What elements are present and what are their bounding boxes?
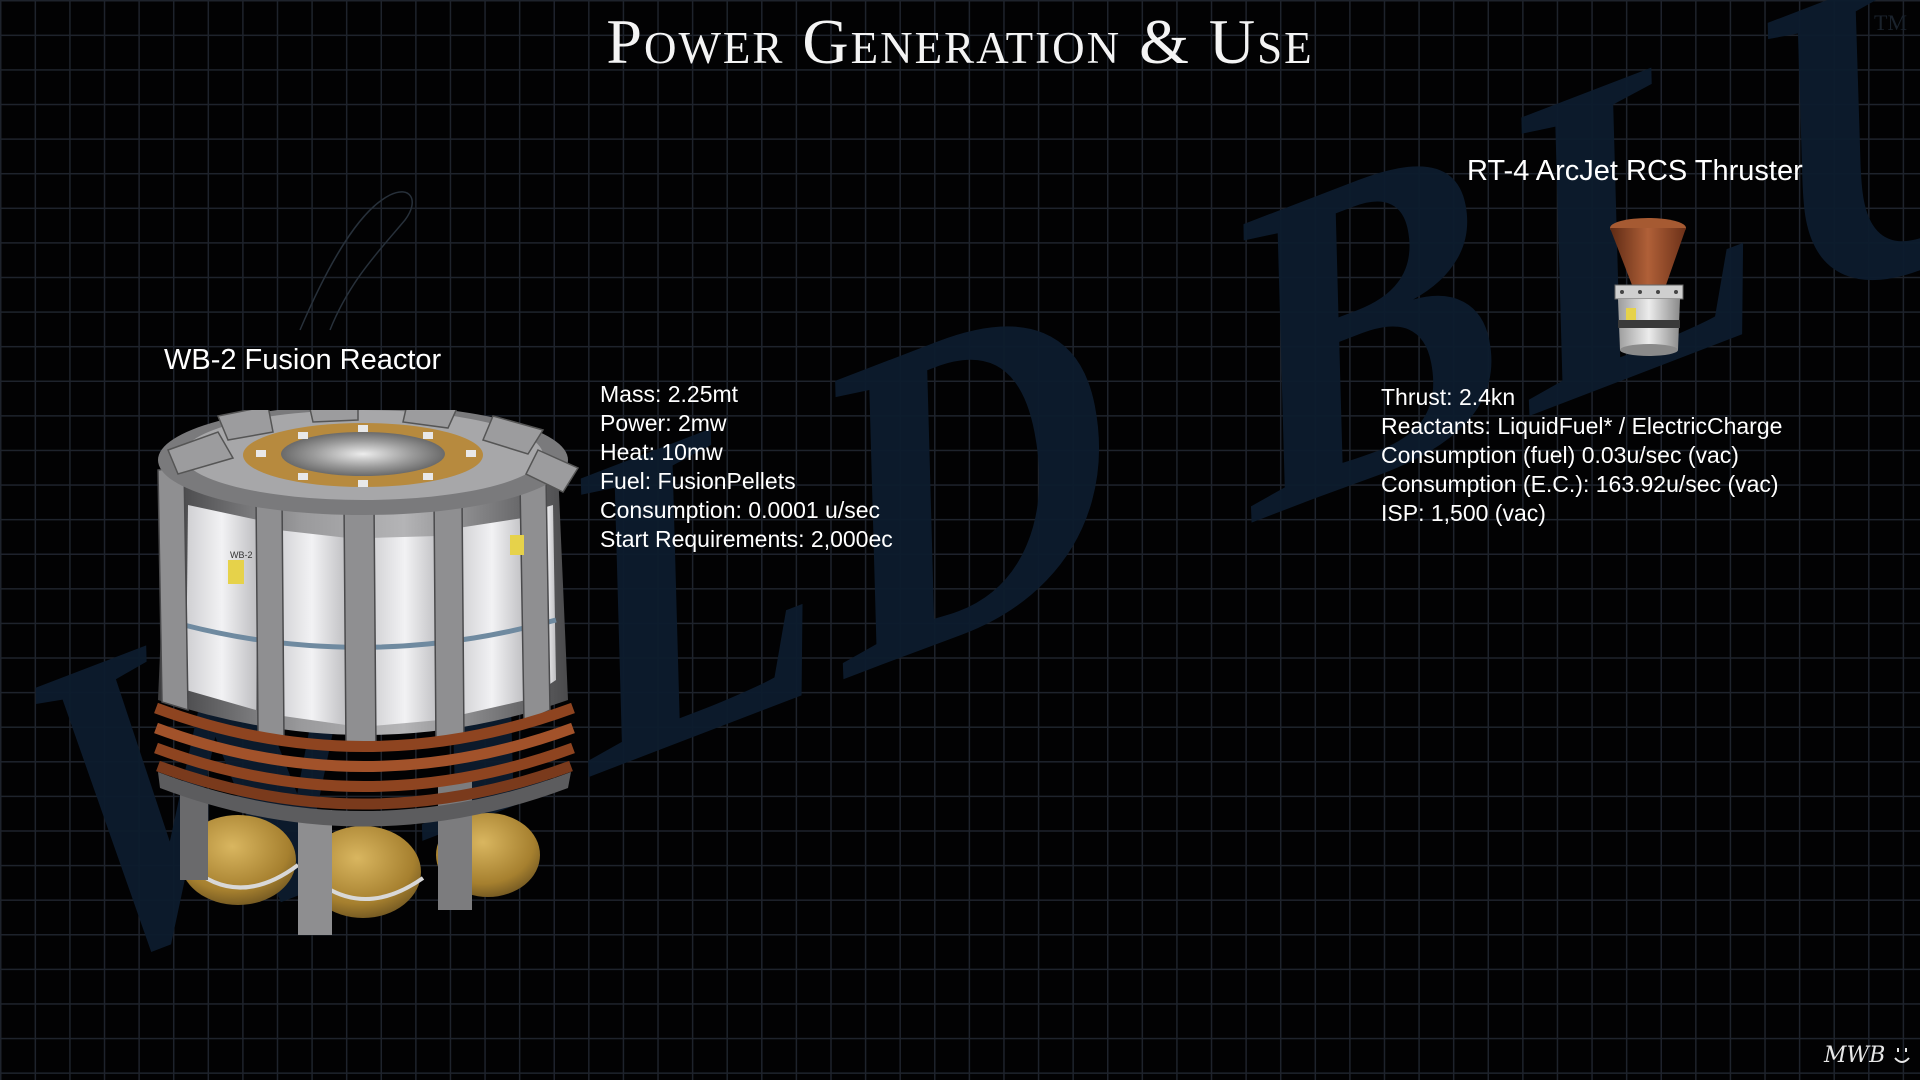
page-title: Power Generation & Use bbox=[606, 6, 1314, 77]
signature-text: MWB bbox=[1823, 1043, 1885, 1068]
thruster-spec-reactants: Reactants: LiquidFuel* / ElectricCharge bbox=[1381, 413, 1783, 439]
reactor-spec-mass: Mass: 2.25mt bbox=[600, 381, 739, 407]
reactor-spec-start: Start Requirements: 2,000ec bbox=[600, 526, 893, 552]
reactor-specs: Mass: 2.25mt Power: 2mw Heat: 10mw Fuel:… bbox=[600, 380, 893, 554]
fusion-reactor-image: WB-2 bbox=[154, 410, 580, 935]
reactor-spec-fuel: Fuel: FusionPellets bbox=[600, 468, 796, 494]
reactor-spec-heat: Heat: 10mw bbox=[600, 439, 723, 465]
thruster-spec-thrust: Thrust: 2.4kn bbox=[1381, 384, 1516, 410]
slide: WILD BLUE TM Power Generation & Use WB-2… bbox=[0, 0, 1920, 1080]
thruster-specs: Thrust: 2.4kn Reactants: LiquidFuel* / E… bbox=[1381, 383, 1782, 528]
watermark-swirl bbox=[299, 191, 413, 331]
signature-mark: MWB bbox=[1823, 1043, 1910, 1068]
thruster-title: RT-4 ArcJet RCS Thruster bbox=[1467, 155, 1803, 187]
reactor-title: WB-2 Fusion Reactor bbox=[164, 344, 442, 376]
thruster-spec-consumption-ec: Consumption (E.C.): 163.92u/sec (vac) bbox=[1381, 471, 1779, 497]
reactor-spec-consumption: Consumption: 0.0001 u/sec bbox=[600, 497, 881, 523]
reactor-spec-power: Power: 2mw bbox=[600, 410, 727, 436]
reactor-decal: WB-2 bbox=[230, 550, 253, 560]
thruster-spec-consumption-fuel: Consumption (fuel) 0.03u/sec (vac) bbox=[1381, 442, 1739, 468]
thruster-spec-isp: ISP: 1,500 (vac) bbox=[1381, 500, 1546, 526]
arcjet-thruster-image bbox=[1610, 218, 1686, 356]
